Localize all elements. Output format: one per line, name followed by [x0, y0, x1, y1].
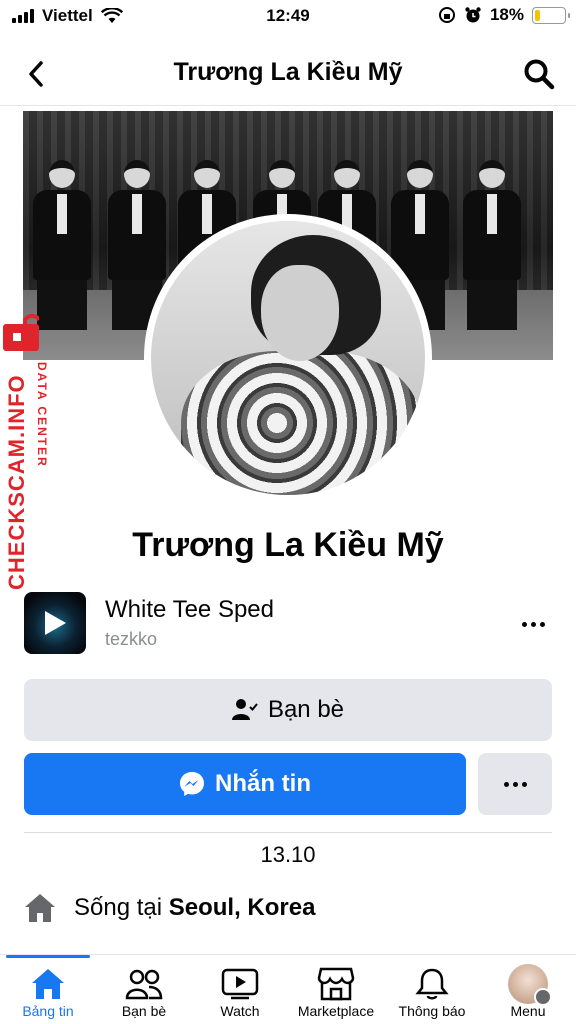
lives-place[interactable]: Seoul, Korea: [169, 894, 316, 921]
tab-feed[interactable]: Bảng tin: [0, 955, 96, 1024]
battery-percent: 18%: [489, 5, 524, 24]
tab-marketplace[interactable]: Marketplace: [288, 955, 384, 1024]
battery-icon: [532, 6, 570, 24]
bottom-tab-bar: Bảng tin Bạn bè Watch Marketplace Thông …: [0, 954, 576, 1024]
tab-friends[interactable]: Bạn bè: [96, 955, 192, 1024]
status-icons: 18%: [438, 5, 570, 25]
friends-button[interactable]: Bạn bè: [24, 679, 552, 741]
cover-person: [33, 160, 91, 330]
cover-person: [463, 160, 521, 330]
search-icon: [524, 59, 555, 90]
bell-icon: [412, 965, 452, 1003]
play-icon: [45, 611, 66, 635]
profile-avatar[interactable]: [144, 214, 432, 502]
lock-icon: [3, 313, 39, 351]
tab-label: Bạn bè: [121, 1003, 167, 1019]
tab-menu[interactable]: Menu: [480, 955, 576, 1024]
friends-icon: [124, 965, 164, 1003]
search-button[interactable]: [520, 55, 558, 93]
profile-name: Trương La Kiều Mỹ: [132, 526, 444, 564]
divider: [24, 832, 552, 833]
birthday-text: 13.10: [260, 842, 316, 867]
messenger-icon: [180, 772, 204, 796]
tab-label: Watch: [220, 1003, 260, 1019]
message-button[interactable]: Nhắn tin: [24, 753, 466, 815]
tab-label: Thông báo: [398, 1003, 466, 1019]
lives-in-row: Sống tại Seoul, Korea: [24, 888, 315, 928]
music-title: White Tee Sped: [105, 596, 274, 623]
watch-icon: [220, 965, 260, 1003]
marketplace-icon: [316, 965, 356, 1003]
lives-prefix: Sống tại: [74, 894, 163, 921]
tab-watch[interactable]: Watch: [192, 955, 288, 1024]
friends-button-label: Bạn bè: [267, 696, 345, 723]
avatar: [508, 964, 552, 1006]
tab-notifications[interactable]: Thông báo: [384, 955, 480, 1024]
music-artist: tezkko: [105, 629, 158, 649]
home-icon: [25, 894, 55, 922]
home-icon: [28, 965, 68, 1003]
status-bar: Viettel 12:49 18%: [0, 0, 576, 34]
rotation-lock-icon: [438, 7, 455, 23]
music-artwork[interactable]: [24, 592, 86, 654]
avatar-photo: [151, 221, 425, 495]
tab-label: Bảng tin: [22, 1003, 74, 1019]
message-button-label: Nhắn tin: [215, 770, 311, 797]
alarm-icon: [465, 7, 481, 23]
tab-label: Marketplace: [297, 1003, 375, 1019]
menu-avatar: [508, 964, 552, 1006]
battery-fill: [535, 9, 541, 21]
friend-check-icon: [231, 699, 258, 720]
watermark-subtext: DATA CENTER: [35, 362, 49, 468]
music-more-button[interactable]: [518, 614, 548, 634]
menu-badge-icon: [534, 988, 552, 1006]
profile-music[interactable]: White Tee Sped tezkko: [24, 592, 552, 656]
more-options-button[interactable]: [478, 753, 552, 815]
profile-header: Trương La Kiều Mỹ: [0, 40, 576, 106]
header-title: Trương La Kiều Mỹ: [173, 58, 403, 86]
